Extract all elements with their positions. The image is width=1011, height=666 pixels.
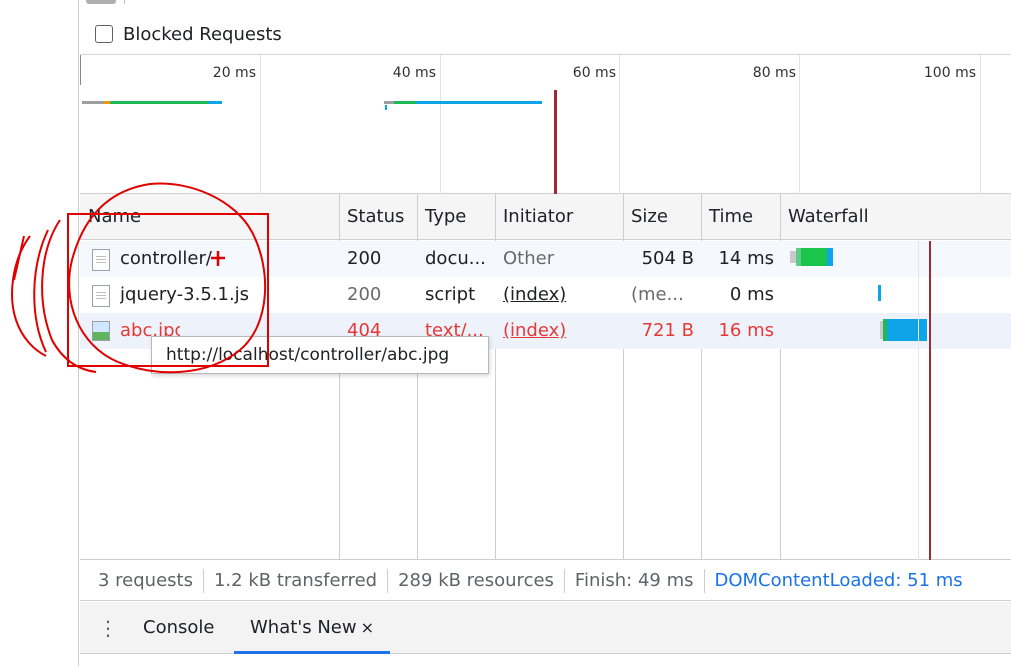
network-summary-bar: 3 requests 1.2 kB transferred 289 kB res… — [80, 561, 1011, 601]
resources-size: 289 kB resources — [398, 570, 554, 591]
waterfall-content-bar — [887, 319, 927, 341]
request-count: 3 requests — [98, 570, 193, 591]
overview-tick-label: 80 ms — [752, 65, 796, 81]
overview-gridline — [619, 55, 620, 195]
tab-whats-new-label: What's New — [250, 617, 357, 638]
blocked-requests-checkbox[interactable] — [95, 25, 113, 43]
overview-load-line — [554, 90, 557, 195]
overview-bar-abc-content — [416, 101, 542, 104]
waterfall-download-bar — [801, 248, 827, 266]
image-file-icon — [92, 321, 110, 341]
column-header-type[interactable]: Type — [417, 194, 495, 240]
request-initiator-link[interactable]: (index) — [503, 277, 619, 313]
table-header: Name Status Type Initiator Size Time Wat… — [80, 194, 1011, 240]
overview-timeline[interactable]: 20 ms 40 ms 60 ms 80 ms 100 ms — [80, 54, 1011, 195]
request-initiator-link[interactable]: (index) — [503, 313, 619, 349]
script-file-icon — [92, 285, 110, 307]
waterfall-content-bar — [878, 285, 881, 301]
overview-gridline — [440, 55, 441, 195]
close-icon[interactable]: × — [361, 618, 374, 637]
overview-bar-jquery — [385, 105, 387, 110]
request-size: (me... — [631, 284, 684, 305]
overview-tick-label: 20 ms — [212, 65, 256, 81]
overview-bar-controller-download — [110, 101, 208, 104]
dom-content-loaded-time: DOMContentLoaded: 51 ms — [714, 570, 963, 591]
column-header-name[interactable]: Name — [80, 194, 338, 240]
request-name[interactable]: controller/ — [120, 241, 335, 277]
overview-tick-label: 100 ms — [923, 65, 976, 81]
request-time: 16 ms — [718, 320, 774, 341]
url-tooltip: http://localhost/controller/abc.jpg — [151, 336, 489, 374]
kebab-icon[interactable]: ⋮ — [98, 616, 118, 640]
overview-gridline — [980, 55, 981, 195]
drawer-tab-bar: ⋮ Console What's New × — [80, 602, 1011, 654]
blocked-requests-label: Blocked Requests — [123, 23, 282, 45]
request-status: 200 — [347, 284, 382, 305]
table-row[interactable]: jquery-3.5.1.js 200 script (index) (me..… — [80, 277, 1011, 313]
waterfall-load-line — [929, 241, 931, 560]
request-time: 14 ms — [718, 248, 774, 269]
overview-gridline — [260, 55, 261, 195]
annotation-stroke — [13, 235, 25, 281]
overview-start-marker — [80, 55, 81, 85]
finish-time: Finish: 49 ms — [574, 570, 694, 591]
request-initiator: Other — [503, 248, 555, 269]
column-header-status[interactable]: Status — [339, 194, 417, 240]
requests-table: Name Status Type Initiator Size Time Wat… — [80, 194, 1011, 560]
tab-whats-new[interactable]: What's New × — [234, 602, 391, 654]
column-header-time[interactable]: Time — [701, 194, 779, 240]
document-icon — [92, 249, 110, 271]
request-name[interactable]: jquery-3.5.1.js — [120, 277, 335, 313]
column-header-waterfall[interactable]: Waterfall — [780, 194, 1011, 240]
overview-gridline — [799, 55, 800, 195]
request-size: 504 B — [641, 248, 694, 269]
annotation-loop — [11, 235, 47, 357]
overview-bar-abc-queue — [384, 101, 394, 104]
waterfall-content-bar — [827, 248, 833, 266]
request-time: 0 ms — [729, 284, 774, 305]
overview-tick-label: 40 ms — [392, 65, 436, 81]
filter-all-button[interactable] — [86, 0, 116, 4]
overview-bar-controller-content — [208, 101, 222, 104]
waterfall-gridline — [918, 241, 919, 560]
table-row[interactable]: controller/ 200 docu... Other 504 B 14 m… — [80, 241, 1011, 277]
overview-bar-abc-download — [394, 101, 416, 104]
request-type: script — [425, 284, 476, 305]
filter-separator — [124, 0, 125, 4]
tab-console[interactable]: Console — [143, 602, 214, 654]
overview-bar-controller-queue — [82, 101, 104, 104]
transferred-size: 1.2 kB transferred — [213, 570, 378, 591]
column-header-size[interactable]: Size — [623, 194, 701, 240]
blocked-requests-row[interactable]: Blocked Requests — [95, 22, 282, 46]
filter-bar — [80, 0, 1011, 8]
column-header-initiator[interactable]: Initiator — [495, 194, 623, 240]
request-type: docu... — [425, 248, 486, 269]
overview-tick-label: 60 ms — [572, 65, 616, 81]
request-status: 200 — [347, 248, 382, 269]
request-size: 721 B — [641, 320, 694, 341]
